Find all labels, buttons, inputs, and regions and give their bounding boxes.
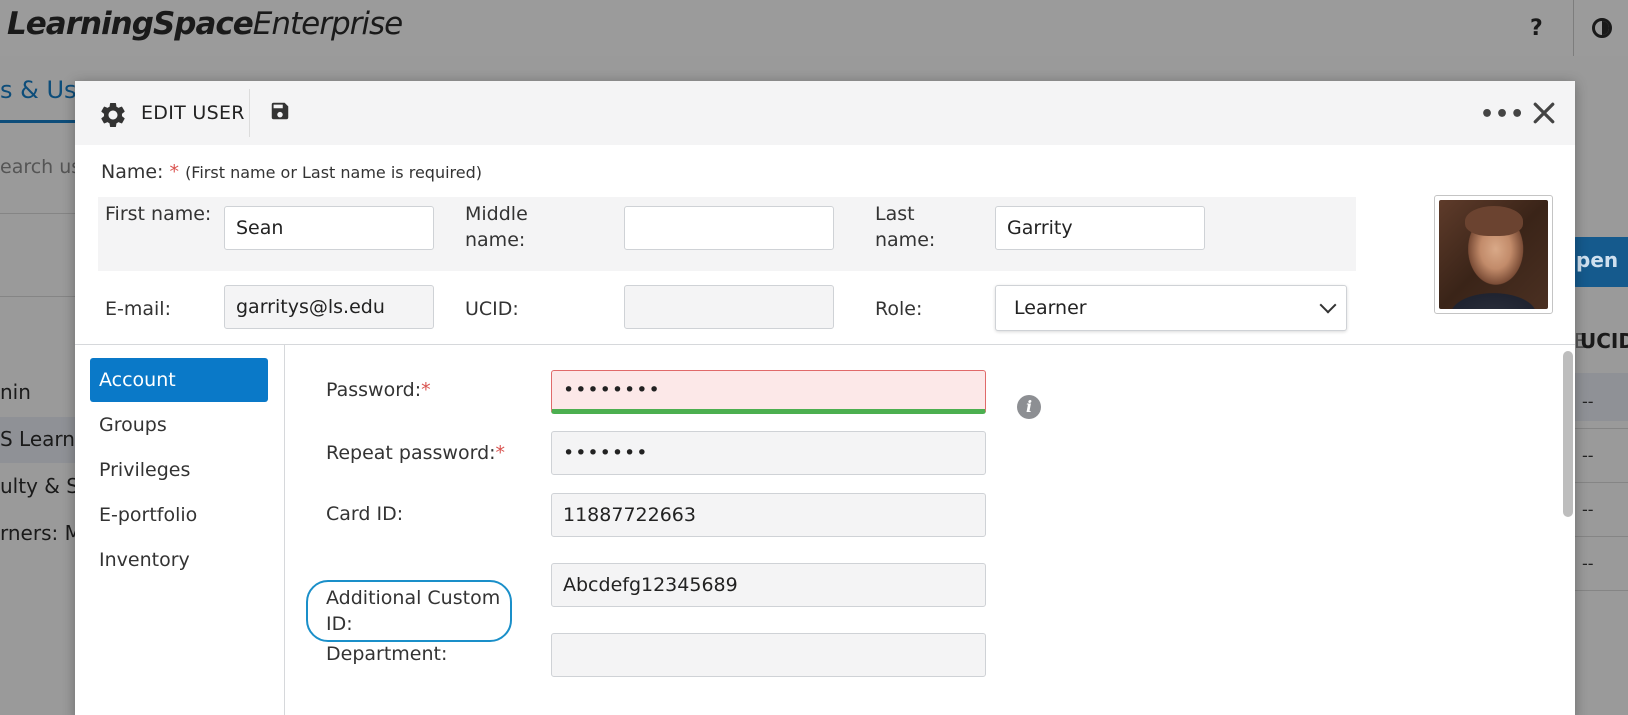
name-section-label: Name: * (First name or Last name is requ… bbox=[101, 161, 482, 183]
info-icon[interactable]: i bbox=[1017, 395, 1041, 419]
background-row-divider bbox=[1572, 428, 1628, 429]
repeat-password-label: Repeat password:* bbox=[326, 442, 506, 464]
department-field[interactable] bbox=[551, 633, 986, 677]
ucid-label: UCID: bbox=[465, 298, 519, 320]
card-id-field[interactable]: 11887722663 bbox=[551, 493, 986, 537]
additional-custom-id-field[interactable]: Abcdefg12345689 bbox=[551, 563, 986, 607]
nav-item-eportfolio[interactable]: E-portfolio bbox=[90, 493, 268, 537]
background-cell: -- bbox=[1582, 392, 1594, 411]
additional-custom-id-label: Additional Custom ID: bbox=[326, 587, 501, 635]
header-divider bbox=[249, 89, 250, 137]
scrollbar-thumb[interactable] bbox=[1563, 351, 1573, 517]
help-icon[interactable]: ? bbox=[1530, 16, 1543, 41]
middle-name-field[interactable] bbox=[624, 206, 834, 250]
background-list-item: nin bbox=[0, 380, 31, 404]
role-label: Role: bbox=[875, 298, 923, 320]
section-divider bbox=[75, 344, 1575, 345]
background-cell: -- bbox=[1582, 446, 1594, 465]
email-label: E-mail: bbox=[105, 298, 171, 320]
avatar[interactable] bbox=[1434, 195, 1553, 314]
repeat-password-field[interactable]: ••••••• bbox=[551, 431, 986, 475]
middle-name-label: Middle name: bbox=[465, 203, 528, 251]
nav-item-inventory[interactable]: Inventory bbox=[90, 538, 268, 582]
background-divider bbox=[0, 213, 80, 214]
card-id-label: Card ID: bbox=[326, 503, 404, 525]
dialog-header: EDIT USER ••• bbox=[75, 81, 1575, 145]
save-icon[interactable] bbox=[269, 100, 291, 122]
background-cell: -- bbox=[1582, 554, 1594, 573]
background-divider bbox=[0, 296, 80, 297]
edit-user-dialog: EDIT USER ••• Name: * (First name or Las… bbox=[75, 81, 1575, 715]
background-row-divider bbox=[1572, 482, 1628, 483]
background-cell: -- bbox=[1582, 500, 1594, 519]
password-label: Password:* bbox=[326, 379, 431, 401]
email-field[interactable]: garritys@ls.edu bbox=[224, 285, 434, 329]
dialog-sidenav: Account Groups Privileges E-portfolio In… bbox=[75, 345, 285, 715]
more-options-icon[interactable]: ••• bbox=[1480, 102, 1525, 127]
last-name-label: Last name: bbox=[875, 203, 936, 251]
chevron-down-icon bbox=[1319, 296, 1337, 314]
background-row-highlight bbox=[1572, 373, 1628, 421]
password-field[interactable]: •••••••• bbox=[551, 370, 986, 414]
first-name-field[interactable]: Sean bbox=[224, 206, 434, 250]
last-name-field[interactable]: Garrity bbox=[995, 206, 1205, 250]
nav-item-groups[interactable]: Groups bbox=[90, 403, 268, 447]
app-header: LearningSpaceEnterprise ? bbox=[0, 0, 1628, 56]
header-divider bbox=[1573, 0, 1574, 56]
background-column-header: UCID bbox=[1580, 329, 1628, 353]
dialog-title: EDIT USER bbox=[141, 102, 245, 124]
background-tab-underline bbox=[0, 120, 80, 123]
nav-item-account[interactable]: Account bbox=[90, 358, 268, 402]
close-icon[interactable] bbox=[1529, 98, 1559, 128]
nav-item-privileges[interactable]: Privileges bbox=[90, 448, 268, 492]
first-name-label: First name: bbox=[105, 203, 212, 225]
gear-icon bbox=[101, 103, 125, 127]
profile-photo bbox=[1439, 200, 1548, 309]
ucid-field[interactable] bbox=[624, 285, 834, 329]
background-row-divider bbox=[1572, 590, 1628, 591]
app-logo: LearningSpaceEnterprise bbox=[7, 6, 403, 42]
department-label: Department: bbox=[326, 643, 448, 665]
contrast-toggle-icon[interactable] bbox=[1592, 18, 1612, 38]
background-row-divider bbox=[1572, 536, 1628, 537]
background-open-button: pen bbox=[1572, 237, 1628, 287]
role-select[interactable]: Learner bbox=[995, 285, 1347, 331]
